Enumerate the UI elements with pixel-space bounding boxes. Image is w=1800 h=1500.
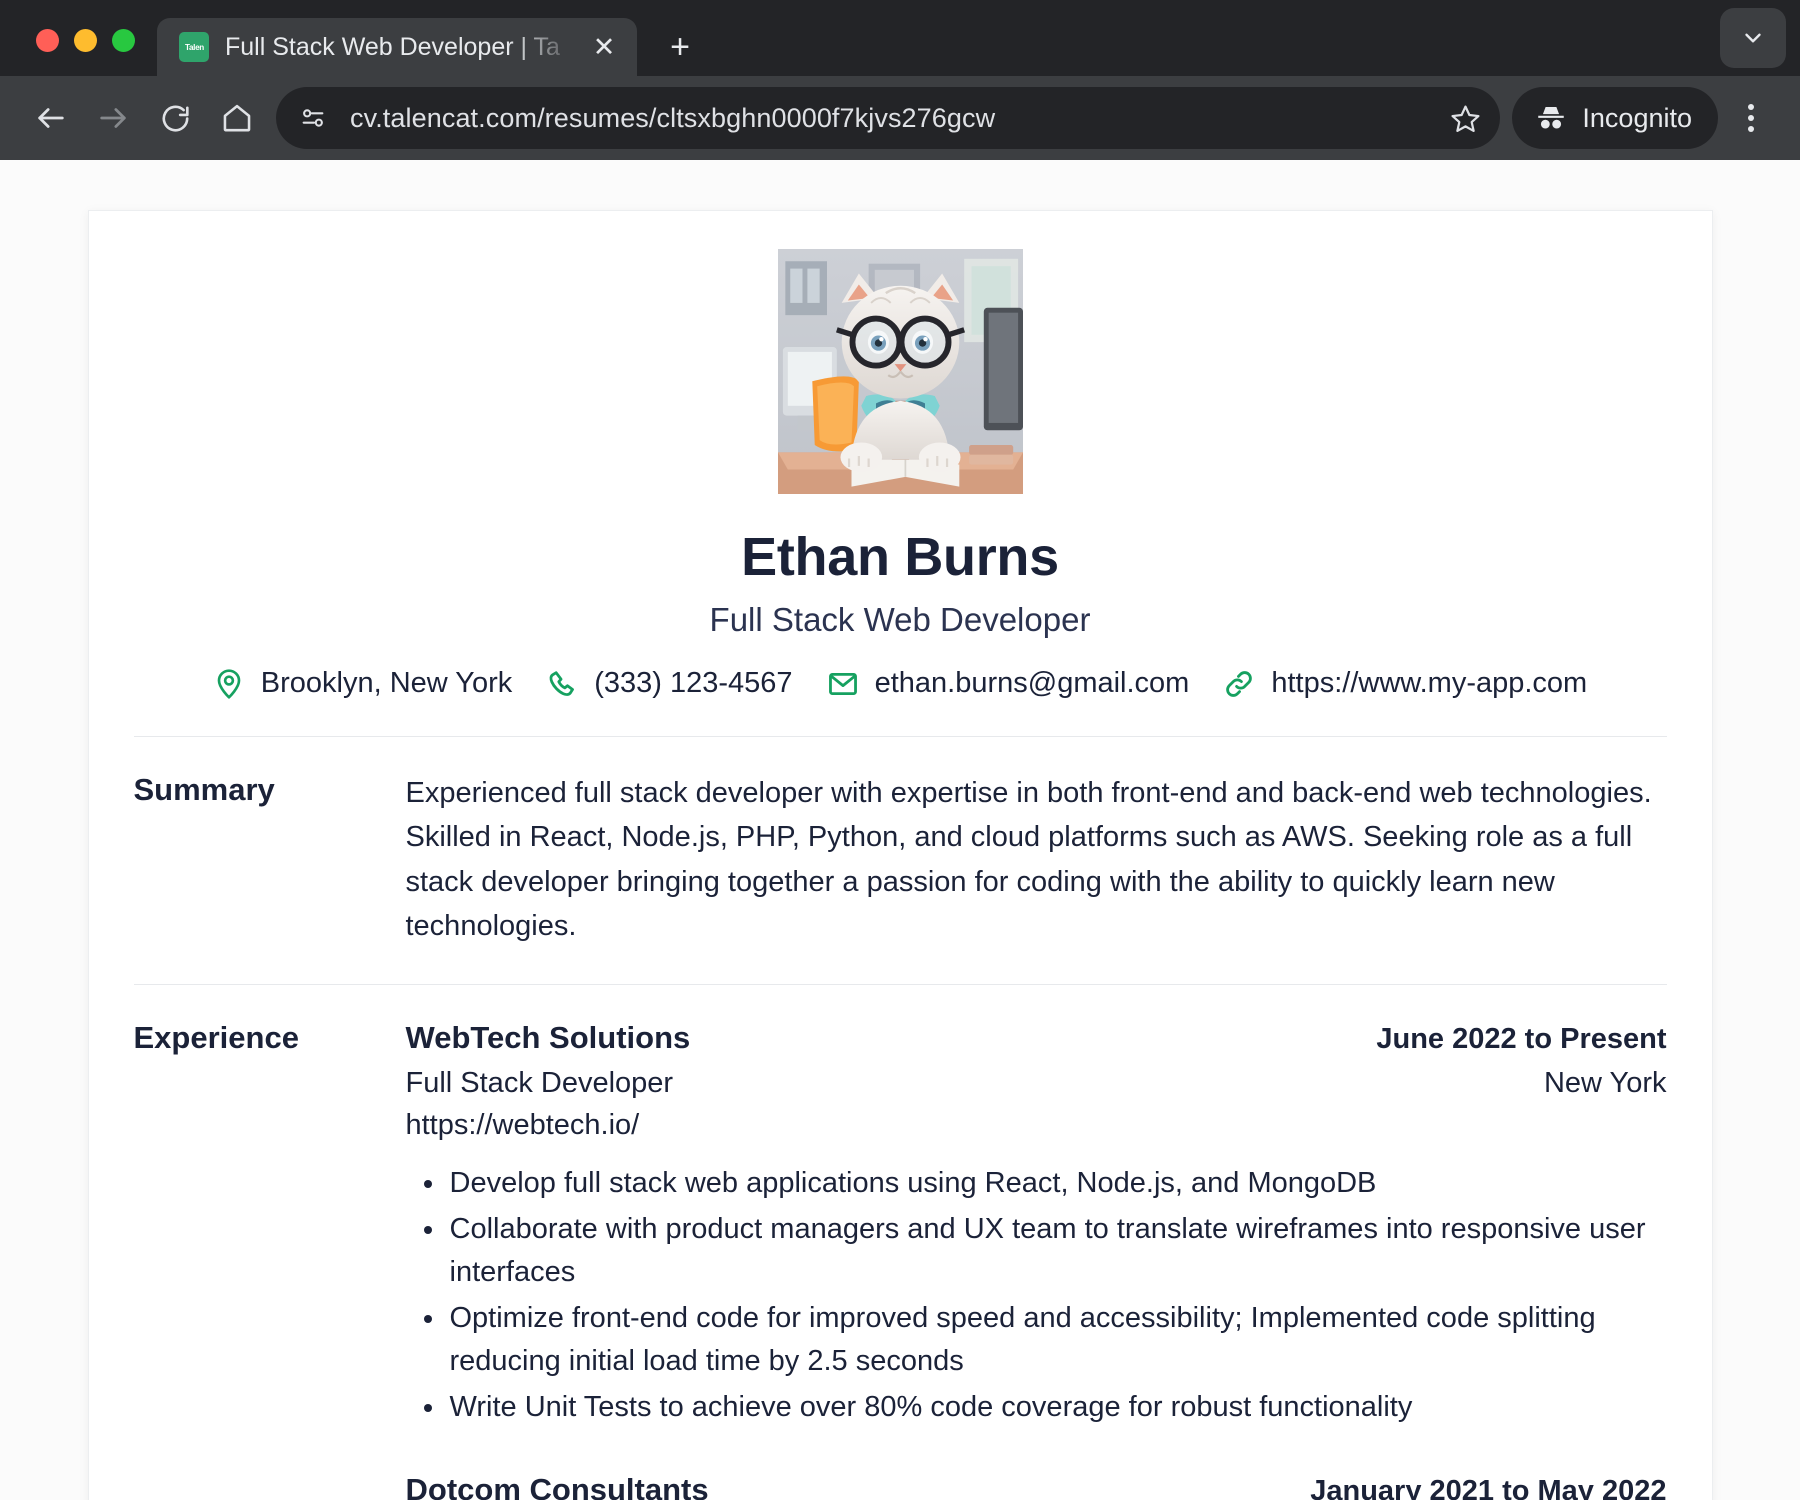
contact-row: Brooklyn, New York (333) 123-4567 ethan.…: [134, 667, 1667, 700]
new-tab-button[interactable]: +: [657, 24, 703, 70]
section-summary: Summary Experienced full stack developer…: [134, 737, 1667, 947]
star-icon: [1451, 105, 1480, 132]
experience-role: Full Stack Developer: [405, 1067, 674, 1100]
contact-website-text: https://www.my-app.com: [1271, 667, 1588, 700]
tab-favicon-icon: Talen: [179, 32, 209, 62]
incognito-indicator[interactable]: Incognito: [1512, 87, 1718, 149]
browser-chrome: Talen Full Stack Web Developer | Ta ✕ +: [0, 0, 1800, 160]
experience-url[interactable]: https://webtech.io/: [406, 1109, 1667, 1142]
tab-title: Full Stack Web Developer | Ta: [225, 32, 560, 61]
close-window-button[interactable]: [36, 29, 59, 52]
close-tab-icon[interactable]: ✕: [587, 30, 621, 64]
experience-entry-subheader: Full Stack Developer New York: [406, 1067, 1667, 1100]
browser-menu-button[interactable]: [1724, 87, 1778, 149]
forward-button[interactable]: [82, 87, 144, 149]
browser-toolbar: cv.talencat.com/resumes/cltsxbghn0000f7k…: [0, 76, 1800, 160]
incognito-hat-icon: [1538, 106, 1565, 129]
bookmark-button[interactable]: [1440, 93, 1490, 143]
experience-entry-header: Dotcom Consultants January 2021 to May 2…: [406, 1471, 1667, 1500]
tab-strip: Talen Full Stack Web Developer | Ta ✕ +: [0, 0, 1800, 76]
contact-website[interactable]: https://www.my-app.com: [1206, 667, 1587, 700]
page-title: Ethan Burns: [741, 527, 1059, 587]
experience-location: New York: [1543, 1067, 1667, 1100]
experience-entry: Dotcom Consultants January 2021 to May 2…: [406, 1471, 1667, 1500]
contact-phone[interactable]: (333) 123-4567: [529, 667, 809, 700]
home-button[interactable]: [206, 87, 268, 149]
list-item: Collaborate with product managers and UX…: [423, 1208, 1667, 1295]
experience-bullets: Develop full stack web applications usin…: [406, 1162, 1667, 1429]
list-item: Optimize front-end code for improved spe…: [423, 1297, 1667, 1384]
contact-phone-text: (333) 123-4567: [594, 667, 793, 700]
menu-dot-3: [1748, 126, 1754, 132]
location-pin-icon: [213, 668, 245, 700]
experience-company: WebTech Solutions: [405, 1019, 691, 1055]
section-label-summary: Summary: [133, 772, 275, 808]
cat-avatar-icon: [777, 249, 1023, 494]
experience-dates: June 2022 to Present: [1376, 1022, 1667, 1055]
section-experience: Experience WebTech Solutions June 2022 t…: [134, 985, 1667, 1500]
experience-entry: WebTech Solutions June 2022 to Present F…: [406, 1019, 1667, 1430]
avatar: [777, 249, 1023, 494]
link-icon: [1223, 668, 1255, 700]
maximize-window-button[interactable]: [112, 29, 135, 52]
section-body-experience: WebTech Solutions June 2022 to Present F…: [406, 1019, 1667, 1500]
back-button[interactable]: [20, 87, 82, 149]
reload-button[interactable]: [144, 87, 206, 149]
list-item: Develop full stack web applications usin…: [423, 1162, 1667, 1206]
experience-dates: January 2021 to May 2022: [1310, 1475, 1667, 1500]
page-viewport: Ethan Burns Full Stack Web Developer Bro…: [0, 160, 1800, 1500]
site-info-button[interactable]: [290, 95, 336, 141]
contact-email[interactable]: ethan.burns@gmail.com: [810, 667, 1207, 700]
chevron-down-icon: [1745, 33, 1761, 43]
experience-entry-header: WebTech Solutions June 2022 to Present: [406, 1019, 1667, 1059]
section-label-experience: Experience: [133, 1019, 299, 1055]
experience-company: Dotcom Consultants: [405, 1472, 709, 1500]
section-body-summary: Experienced full stack developer with ex…: [406, 771, 1667, 947]
favicon-label: Talen: [184, 42, 204, 52]
back-arrow-icon: [38, 108, 64, 128]
contact-email-text: ethan.burns@gmail.com: [874, 667, 1190, 700]
resume-document: Ethan Burns Full Stack Web Developer Bro…: [87, 210, 1713, 1500]
url-text[interactable]: cv.talencat.com/resumes/cltsxbghn0000f7k…: [350, 103, 1440, 134]
reload-icon: [162, 105, 189, 131]
tab-search-button[interactable]: [1720, 8, 1786, 68]
forward-arrow-icon: [100, 108, 126, 128]
job-title-subtitle: Full Stack Web Developer: [709, 601, 1091, 639]
contact-location-text: Brooklyn, New York: [260, 667, 513, 700]
resume-header: Ethan Burns Full Stack Web Developer Bro…: [134, 249, 1667, 700]
minimize-window-button[interactable]: [74, 29, 97, 52]
list-item: Write Unit Tests to achieve over 80% cod…: [423, 1386, 1667, 1430]
incognito-label: Incognito: [1582, 102, 1692, 133]
browser-tab[interactable]: Talen Full Stack Web Developer | Ta ✕: [157, 18, 637, 76]
phone-icon: [546, 668, 578, 700]
email-icon: [827, 668, 859, 700]
address-bar[interactable]: cv.talencat.com/resumes/cltsxbghn0000f7k…: [276, 87, 1501, 149]
home-icon: [223, 104, 251, 132]
summary-text: Experienced full stack developer with ex…: [405, 777, 1652, 942]
menu-dot-2: [1748, 115, 1754, 121]
site-settings-icon: [302, 109, 324, 127]
menu-dot-1: [1748, 104, 1754, 110]
contact-location[interactable]: Brooklyn, New York: [213, 667, 529, 700]
window-traffic-lights: [0, 29, 135, 76]
